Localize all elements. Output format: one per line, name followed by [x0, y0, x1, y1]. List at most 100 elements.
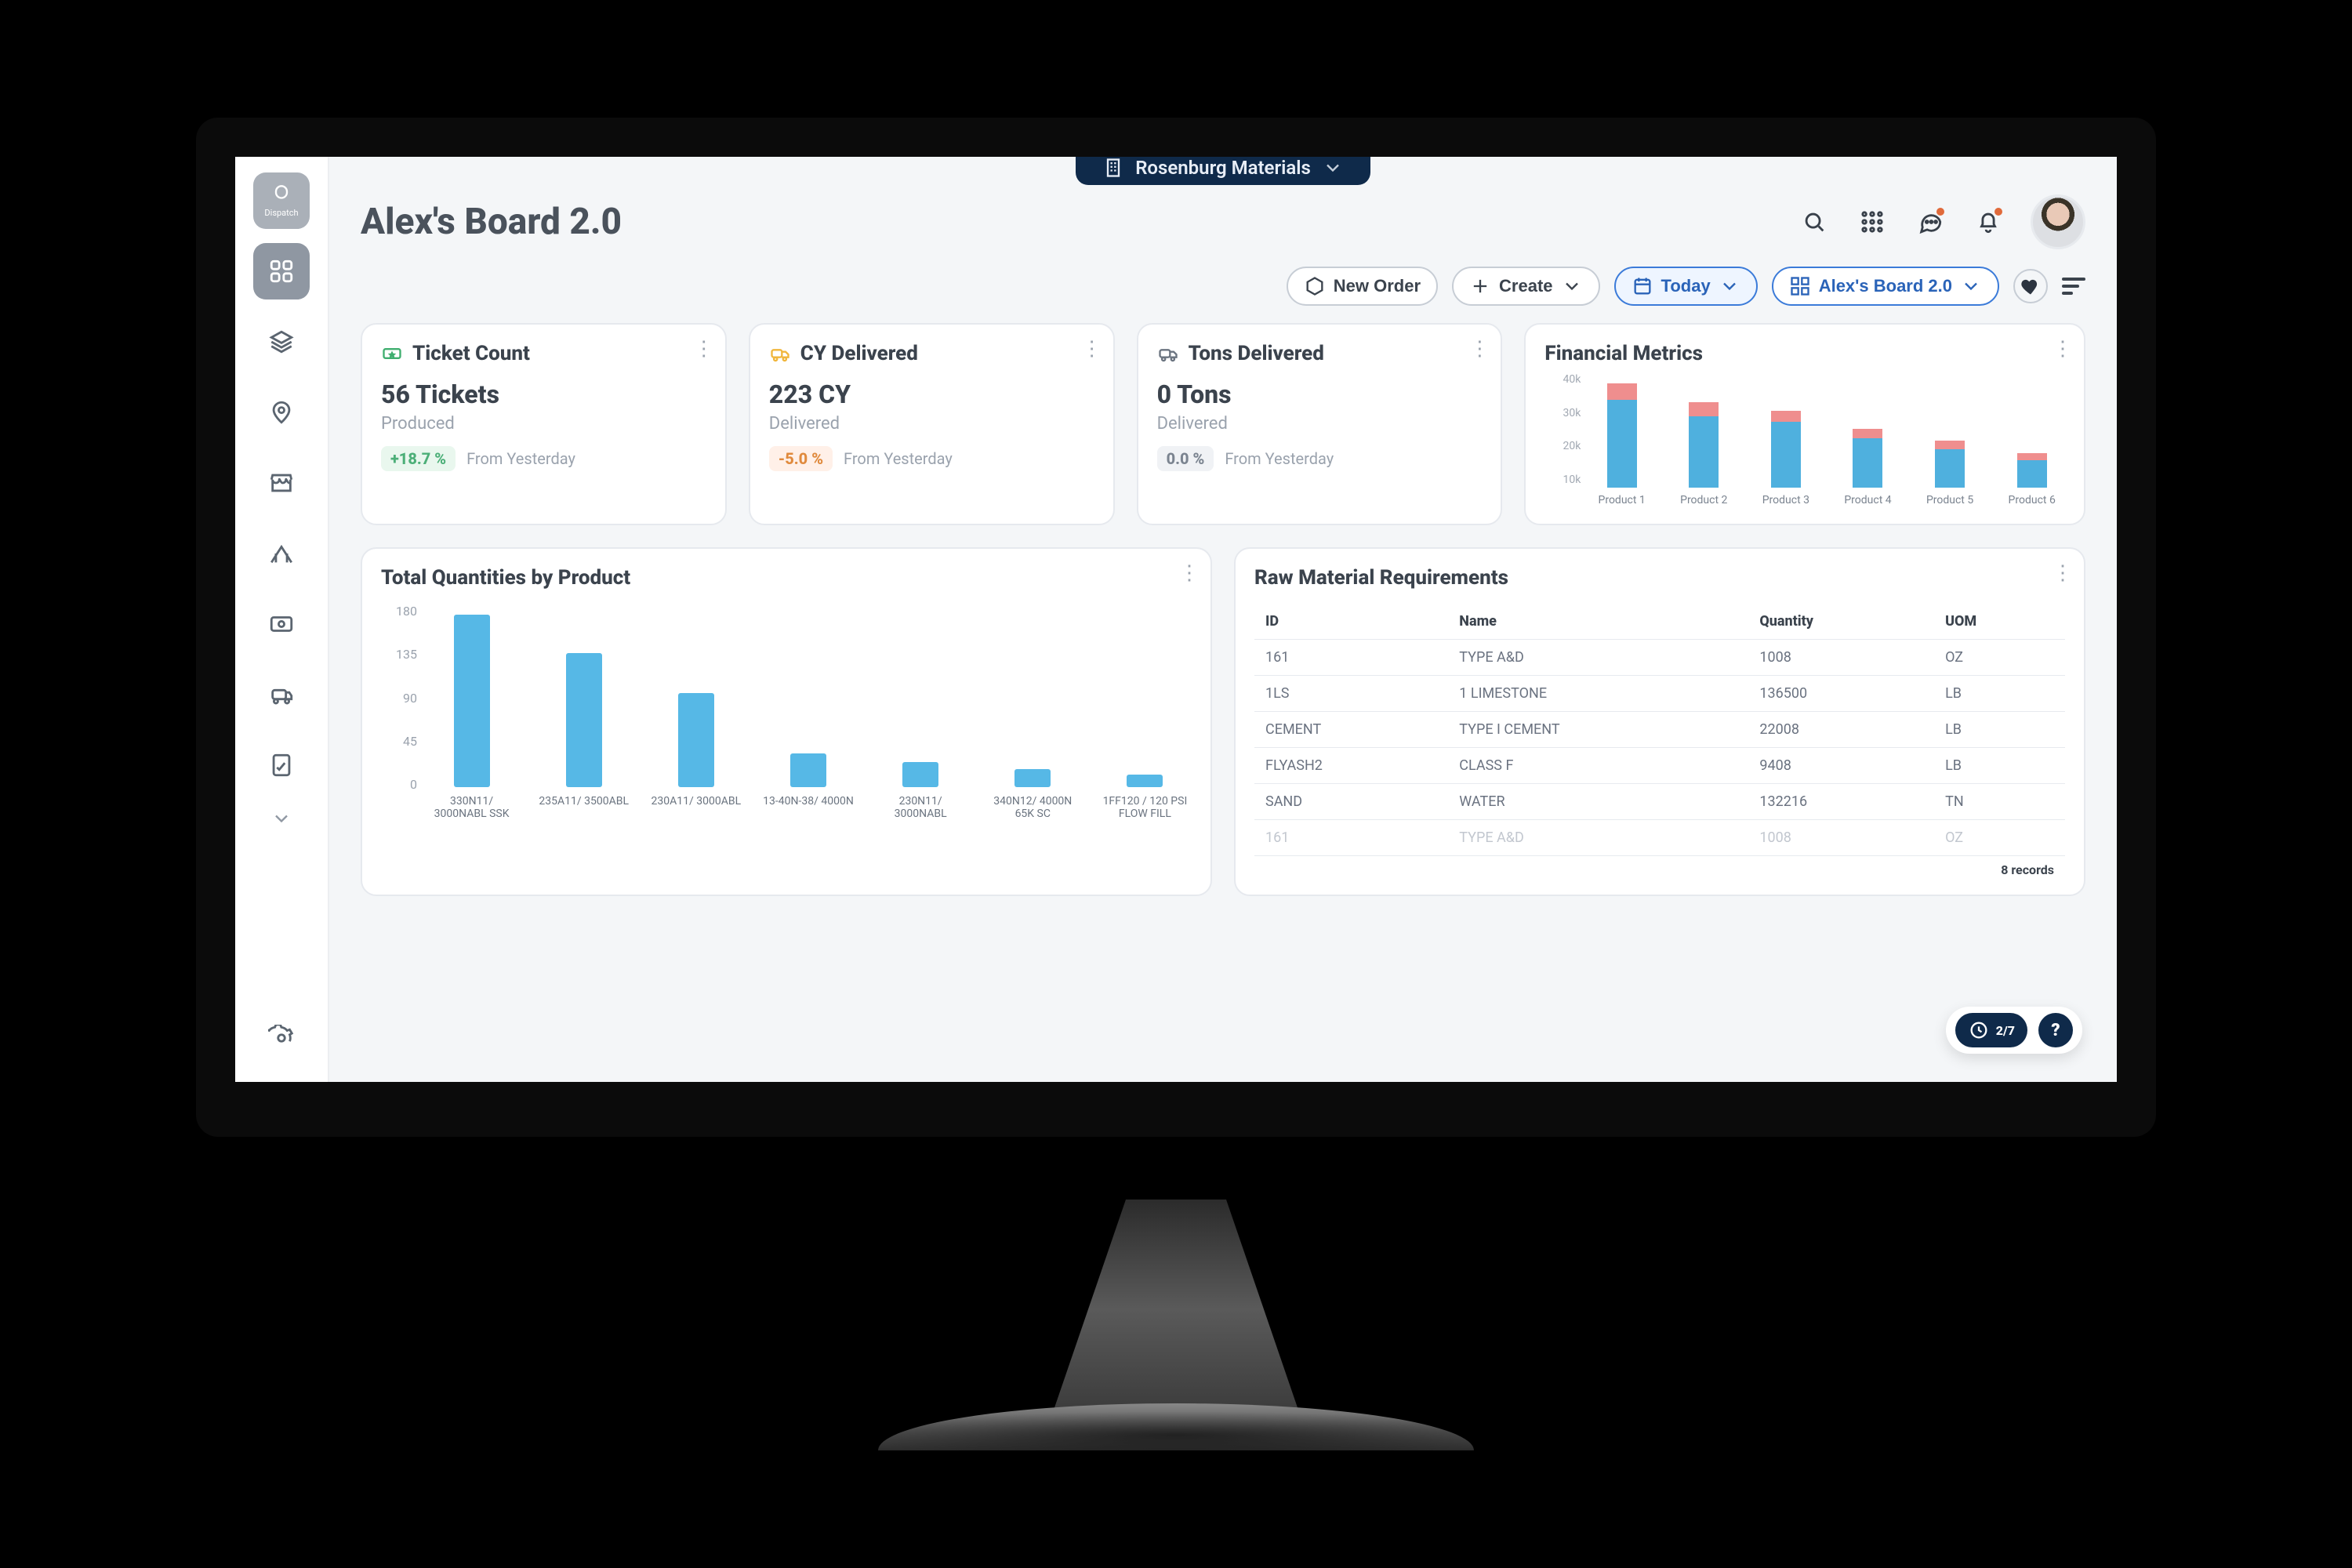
notifications-button[interactable] — [1973, 206, 2004, 238]
plus-icon — [1469, 275, 1491, 297]
card-menu-button[interactable]: ⋮ — [1469, 337, 1490, 361]
tour-progress-button[interactable]: 2/7 — [1955, 1013, 2027, 1047]
notification-dot-icon — [1994, 208, 2002, 216]
kpi-sub: Delivered — [1157, 414, 1483, 434]
org-name: Rosenburg Materials — [1135, 157, 1311, 179]
sidebar-item-payments[interactable] — [253, 596, 310, 652]
new-order-label: New Order — [1334, 276, 1421, 296]
sidebar-item-plants[interactable] — [253, 525, 310, 582]
clock-icon — [1968, 1019, 1990, 1041]
col-id: ID — [1254, 604, 1448, 640]
table-row[interactable]: 1LS1 LIMESTONE136500LB — [1254, 676, 2065, 712]
favorite-button[interactable] — [2013, 269, 2048, 303]
col-uom: UOM — [1934, 604, 2065, 640]
search-button[interactable] — [1798, 206, 1830, 238]
apps-button[interactable] — [1857, 206, 1888, 238]
chevron-down-icon — [1719, 275, 1740, 297]
kpi-title: Tons Delivered — [1189, 342, 1324, 365]
card-menu-button[interactable]: ⋮ — [2053, 561, 2073, 585]
kpi-delta: -5.0 % — [769, 446, 833, 471]
materials-table: ID Name Quantity UOM 161TYPE A&D1008OZ1L… — [1254, 604, 2065, 856]
truck-icon — [1157, 343, 1179, 365]
kpi-sub: Produced — [381, 414, 706, 434]
chevron-down-icon — [1960, 275, 1982, 297]
board-icon — [1789, 275, 1811, 297]
kpi-from: From Yesterday — [466, 449, 575, 468]
kpi-value: 223 CY — [769, 379, 1094, 409]
panel-title: Raw Material Requirements — [1254, 566, 2065, 590]
kpi-ticket-count: ⋮ Ticket Count 56 Tickets Produced +18.7… — [361, 323, 727, 525]
sidebar-item-locations[interactable] — [253, 384, 310, 441]
sidebar-item-fleet[interactable] — [253, 666, 310, 723]
table-row[interactable]: 161TYPE A&D1008OZ — [1254, 640, 2065, 676]
header-icons — [1798, 194, 2085, 249]
sidebar-collapse-toggle[interactable] — [270, 808, 292, 831]
org-selector[interactable]: Rosenburg Materials — [1076, 157, 1370, 185]
panel-title: Total Quantities by Product — [381, 566, 1192, 590]
card-menu-button[interactable]: ⋮ — [2053, 337, 2073, 361]
financial-metrics-chart: 40k30k20k10k Product 1Product 2Product 3… — [1544, 373, 2065, 506]
search-icon — [1801, 209, 1828, 235]
col-name: Name — [1448, 604, 1748, 640]
help-button[interactable]: ? — [2038, 1013, 2073, 1047]
kpi-from: From Yesterday — [1225, 449, 1334, 468]
table-row[interactable]: FLYASH2CLASS F9408LB — [1254, 748, 2065, 784]
kpi-sub: Delivered — [769, 414, 1094, 434]
board-select-label: Alex's Board 2.0 — [1819, 276, 1952, 296]
kpi-value: 56 Tickets — [381, 379, 706, 409]
table-row[interactable]: 161TYPE A&D1008OZ — [1254, 820, 2065, 856]
help-bar: 2/7 ? — [1946, 1007, 2082, 1054]
card-menu-button[interactable]: ⋮ — [1082, 337, 1102, 361]
kpi-from: From Yesterday — [844, 449, 953, 468]
kpi-title: Ticket Count — [412, 342, 530, 365]
main: Rosenburg Materials Alex's Board 2.0 — [329, 157, 2117, 1082]
card-menu-button[interactable]: ⋮ — [694, 337, 714, 361]
apps-grid-icon — [1859, 209, 1886, 235]
panel-total-quantities: ⋮ Total Quantities by Product 1801359045… — [361, 547, 1212, 896]
date-filter-button[interactable]: Today — [1614, 267, 1758, 306]
calendar-icon — [1632, 275, 1653, 297]
ticket-icon — [381, 343, 403, 365]
chat-button[interactable] — [1915, 206, 1946, 238]
notification-dot-icon — [1936, 208, 1944, 216]
create-label: Create — [1499, 276, 1552, 296]
sidebar-item-dashboard[interactable] — [253, 243, 310, 299]
kpi-delta: 0.0 % — [1157, 446, 1214, 471]
building-icon — [1102, 157, 1124, 179]
table-row[interactable]: SANDWATER132216TN — [1254, 784, 2065, 820]
panel-title: Financial Metrics — [1544, 342, 2065, 365]
sidebar-item-orders[interactable] — [253, 314, 310, 370]
col-qty: Quantity — [1748, 604, 1934, 640]
page-title: Alex's Board 2.0 — [361, 201, 622, 243]
chevron-down-icon — [1322, 157, 1344, 179]
panel-financial-metrics: ⋮ Financial Metrics 40k30k20k10k Product… — [1524, 323, 2085, 525]
cube-plus-icon — [1304, 275, 1326, 297]
create-button[interactable]: Create — [1452, 267, 1599, 306]
kpi-title: CY Delivered — [800, 342, 918, 365]
panel-raw-materials: ⋮ Raw Material Requirements ID Name Quan… — [1234, 547, 2085, 896]
app-logo-label: Dispatch — [264, 208, 298, 218]
truck-icon — [769, 343, 791, 365]
heart-icon — [2020, 275, 2042, 297]
sidebar: Dispatch — [235, 157, 329, 1082]
kpi-tons-delivered: ⋮ Tons Delivered 0 Tons Delivered 0.0 % F… — [1137, 323, 1503, 525]
board-select-button[interactable]: Alex's Board 2.0 — [1772, 267, 1999, 306]
sidebar-item-reports[interactable] — [253, 737, 310, 793]
toolbar: New Order Create Today Alex's Boa — [329, 249, 2117, 323]
kpi-cy-delivered: ⋮ CY Delivered 223 CY Delivered -5.0 % Fr… — [749, 323, 1115, 525]
app-logo[interactable]: Dispatch — [253, 172, 310, 229]
filter-button[interactable] — [2062, 278, 2085, 295]
chevron-down-icon — [1561, 275, 1583, 297]
sidebar-item-store[interactable] — [253, 455, 310, 511]
user-avatar[interactable] — [2031, 194, 2085, 249]
new-order-button[interactable]: New Order — [1287, 267, 1438, 306]
records-footer: 8 records — [1254, 856, 2065, 877]
card-menu-button[interactable]: ⋮ — [1179, 561, 1200, 585]
table-row[interactable]: CEMENTTYPE I CEMENT22008LB — [1254, 712, 2065, 748]
total-quantities-chart: 18013590450 330N11/ 3000NABL SSK235A11/ … — [381, 604, 1192, 839]
kpi-delta: +18.7 % — [381, 446, 456, 471]
kpi-value: 0 Tons — [1157, 379, 1483, 409]
sidebar-item-settings[interactable] — [253, 1010, 310, 1066]
tour-counter: 2/7 — [1996, 1023, 2015, 1038]
date-filter-label: Today — [1661, 276, 1711, 296]
